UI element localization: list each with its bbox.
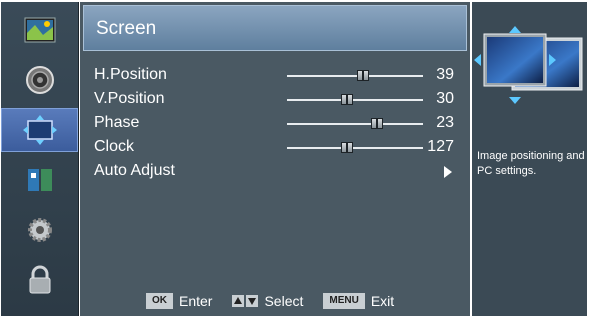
slider-handle[interactable] xyxy=(340,142,353,153)
page-title: Screen xyxy=(96,18,157,39)
button-hint-bar: OK Enter Select MENU Exit xyxy=(146,292,394,310)
slider-handle[interactable] xyxy=(340,94,353,105)
channel-icon xyxy=(27,169,52,191)
menu-item-label: Clock xyxy=(94,138,135,155)
menu-item-value: 23 xyxy=(436,114,454,131)
sidebar-item-channel[interactable] xyxy=(1,158,78,202)
category-sidebar xyxy=(1,2,79,316)
chevron-right-icon xyxy=(444,166,452,178)
gear-icon xyxy=(27,218,52,242)
menu-item-value: 127 xyxy=(427,138,454,155)
help-text: Image positioning and PC settings. xyxy=(477,150,585,177)
menu-key-icon: MENU xyxy=(323,293,365,309)
enter-hint: Enter xyxy=(179,293,213,309)
sidebar-item-screen[interactable] xyxy=(1,108,78,152)
phase-slider[interactable] xyxy=(287,118,423,129)
picture-icon xyxy=(24,17,55,43)
lock-icon xyxy=(29,265,50,294)
sidebar-item-sound[interactable] xyxy=(1,58,78,102)
screen-adjust-illustration xyxy=(474,26,583,104)
slider-handle[interactable] xyxy=(357,70,370,81)
v-position-slider[interactable] xyxy=(287,94,423,105)
slider-handle[interactable] xyxy=(370,118,383,129)
speaker-icon xyxy=(25,66,54,94)
h-position-slider[interactable] xyxy=(287,70,423,81)
menu-item-value: 39 xyxy=(436,66,454,83)
sidebar-item-lock[interactable] xyxy=(1,258,78,302)
ok-key-icon: OK xyxy=(146,293,173,309)
menu-item-label: H.Position xyxy=(94,66,167,83)
sidebar-item-setup[interactable] xyxy=(1,208,78,252)
screen-menu-panel: Screen H.Position 39 V.Position 30 Phase… xyxy=(80,2,470,316)
help-panel: Image positioning and PC settings. xyxy=(472,2,587,316)
exit-hint: Exit xyxy=(370,293,395,309)
menu-item-label: Phase xyxy=(94,114,140,131)
screen-position-icon xyxy=(22,115,57,145)
sidebar-item-picture[interactable] xyxy=(1,8,78,52)
menu-item-label: V.Position xyxy=(94,90,165,107)
menu-item-auto-adjust[interactable]: Auto Adjust xyxy=(92,160,464,184)
clock-slider[interactable] xyxy=(287,142,423,153)
arrow-down-icon xyxy=(246,295,259,307)
menu-title-bar: Screen xyxy=(83,5,467,51)
menu-item-label: Auto Adjust xyxy=(94,162,175,179)
menu-item-h-position[interactable]: H.Position 39 xyxy=(92,64,464,88)
menu-item-value: 30 xyxy=(436,90,454,107)
arrow-up-icon xyxy=(232,295,245,307)
menu-item-v-position[interactable]: V.Position 30 xyxy=(92,88,464,112)
menu-item-clock[interactable]: Clock 127 xyxy=(92,136,464,160)
menu-item-phase[interactable]: Phase 23 xyxy=(92,112,464,136)
select-hint: Select xyxy=(264,293,304,309)
